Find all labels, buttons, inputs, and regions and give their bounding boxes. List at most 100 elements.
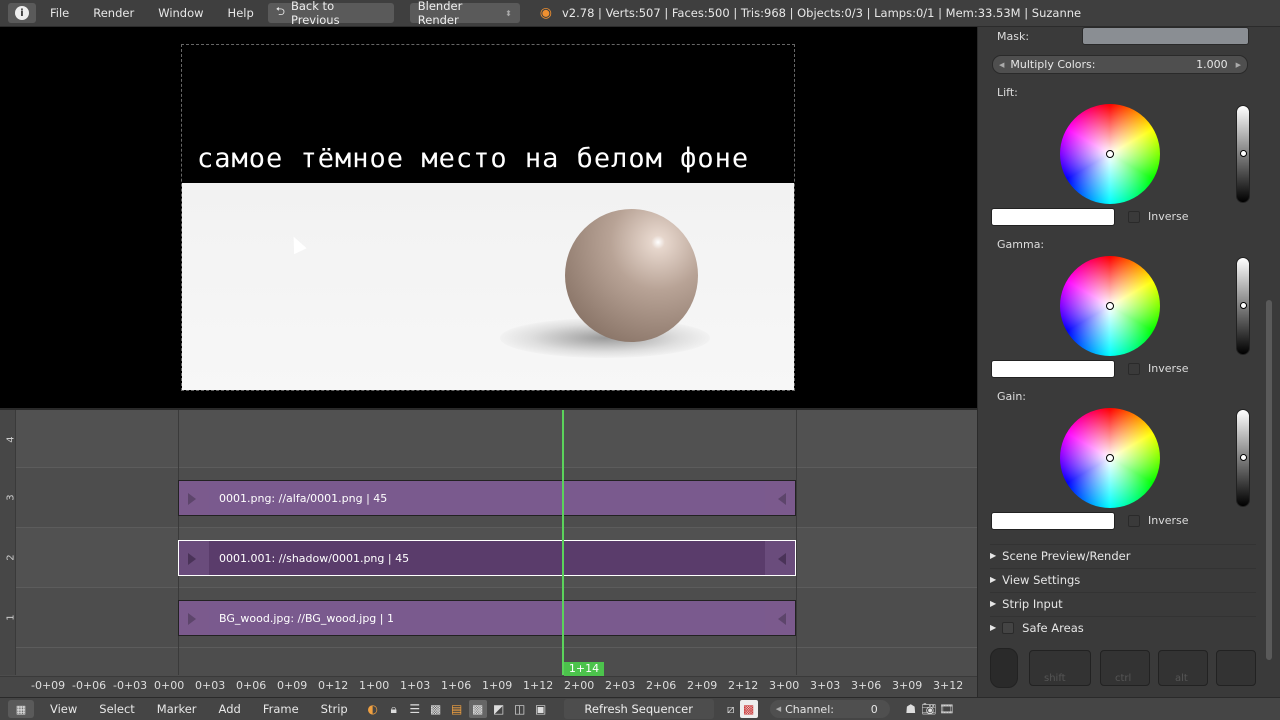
scope-icon[interactable]: ◩ bbox=[490, 700, 508, 718]
refresh-sequencer-button[interactable]: Refresh Sequencer bbox=[563, 699, 714, 719]
gain-label: Gain: bbox=[997, 390, 1026, 403]
playhead-line[interactable] bbox=[562, 410, 564, 675]
time-tick-label: 3+03 bbox=[810, 679, 841, 692]
updown-icon: ⬍ bbox=[505, 8, 512, 18]
strip-alfa[interactable]: 0001.png: //alfa/0001.png | 45 bbox=[178, 480, 796, 516]
gain-value-slider[interactable] bbox=[1236, 409, 1250, 507]
info-icon: i bbox=[15, 6, 29, 20]
channel-gutter bbox=[0, 410, 16, 675]
lift-inverse-checkbox[interactable] bbox=[1128, 211, 1140, 223]
preview-caption: самое тёмное место на белом фоне bbox=[197, 143, 750, 174]
strip-shadow-selected[interactable]: 0001.001: //shadow/0001.png | 45 bbox=[178, 540, 796, 576]
editor-type-button[interactable]: ▦ bbox=[8, 700, 34, 718]
gain-color-wheel[interactable] bbox=[1060, 408, 1160, 508]
time-tick-label: 2+00 bbox=[564, 679, 595, 692]
key-alt: alt bbox=[1158, 650, 1208, 686]
render-still-icon[interactable]: 📷︎ bbox=[920, 700, 938, 718]
mask-label: Mask: bbox=[997, 30, 1030, 43]
view-type-icon[interactable]: ◐ bbox=[364, 700, 382, 718]
refresh-sequencer-label: Refresh Sequencer bbox=[584, 702, 693, 716]
gain-wheel-cursor[interactable] bbox=[1106, 454, 1114, 462]
menu-select[interactable]: Select bbox=[99, 702, 134, 716]
section-label: Scene Preview/Render bbox=[1002, 548, 1131, 563]
current-frame-badge[interactable]: 1+14 bbox=[564, 662, 604, 676]
range-end-line bbox=[796, 410, 797, 675]
mouse-key-icon bbox=[990, 648, 1018, 688]
section-scene-preview-render[interactable]: ▶ Scene Preview/Render bbox=[990, 544, 1256, 566]
sidebar-scrollbar[interactable] bbox=[1266, 300, 1272, 660]
section-label: View Settings bbox=[1002, 572, 1081, 587]
menu-help[interactable]: Help bbox=[228, 6, 254, 20]
strip-left-handle[interactable] bbox=[179, 481, 209, 515]
image-icon[interactable]: ▣ bbox=[532, 700, 550, 718]
increment-arrow-icon[interactable]: ▶ bbox=[1236, 61, 1241, 69]
ghost-icon[interactable]: ☗ bbox=[902, 700, 920, 718]
alpha-checker-icon[interactable]: ▩ bbox=[468, 700, 487, 718]
gamma-color-field[interactable] bbox=[991, 360, 1115, 378]
section-strip-input[interactable]: ▶ Strip Input bbox=[990, 592, 1256, 614]
multiply-colors-slider[interactable]: ◀ Multiply Colors: 1.000 ▶ bbox=[992, 55, 1248, 74]
time-tick-label: 1+12 bbox=[523, 679, 554, 692]
channel-row-4 bbox=[16, 410, 977, 468]
menu-frame[interactable]: Frame bbox=[263, 702, 299, 716]
gain-inverse-label: Inverse bbox=[1148, 514, 1189, 527]
time-tick-label: 2+06 bbox=[646, 679, 677, 692]
mask-field[interactable] bbox=[1082, 27, 1249, 45]
strip-right-handle[interactable] bbox=[765, 601, 795, 635]
decrement-arrow-icon[interactable]: ◀ bbox=[776, 705, 781, 713]
render-engine-select[interactable]: Blender Render ⬍ bbox=[409, 0, 520, 27]
lock-icon[interactable]: 🔒︎ bbox=[385, 700, 403, 718]
sequencer-editor-icon: ▦ bbox=[15, 702, 27, 716]
channel-number-4: 4 bbox=[5, 436, 17, 443]
lift-value-cursor[interactable] bbox=[1240, 150, 1247, 157]
overlay-checker-icon[interactable]: ▩ bbox=[739, 700, 758, 718]
gamma-inverse-checkbox[interactable] bbox=[1128, 363, 1140, 375]
waveform-icon[interactable]: ◫ bbox=[511, 700, 529, 718]
menu-render[interactable]: Render bbox=[93, 6, 134, 20]
scene-stats-text: v2.78 | Verts:507 | Faces:500 | Tris:968… bbox=[561, 6, 1082, 20]
strip-bg-wood[interactable]: BG_wood.jpg: //BG_wood.jpg | 1 bbox=[178, 600, 796, 636]
gamma-color-wheel[interactable] bbox=[1060, 256, 1160, 356]
time-tick-label: 0+12 bbox=[318, 679, 349, 692]
time-tick-label: 3+12 bbox=[933, 679, 964, 692]
lift-color-wheel[interactable] bbox=[1060, 104, 1160, 204]
info-editor-type-button[interactable]: i bbox=[8, 3, 36, 23]
menu-marker[interactable]: Marker bbox=[157, 702, 197, 716]
color-icon[interactable]: ▤ bbox=[448, 700, 466, 718]
gamma-value-slider[interactable] bbox=[1236, 257, 1250, 355]
sequencer-preview[interactable]: самое тёмное место на белом фоне bbox=[0, 27, 977, 408]
strip-right-handle[interactable] bbox=[765, 481, 795, 515]
lift-value-slider[interactable] bbox=[1236, 105, 1250, 203]
stack-icon[interactable]: ☰ bbox=[406, 700, 424, 718]
section-safe-areas[interactable]: ▶ Safe Areas bbox=[990, 616, 1256, 638]
disclosure-triangle-icon: ▶ bbox=[990, 623, 997, 632]
section-view-settings[interactable]: ▶ View Settings bbox=[990, 568, 1256, 590]
gamma-label: Gamma: bbox=[997, 238, 1045, 251]
menu-add[interactable]: Add bbox=[219, 702, 241, 716]
safe-areas-checkbox[interactable] bbox=[1002, 621, 1015, 634]
gamma-value-cursor[interactable] bbox=[1240, 302, 1247, 309]
gain-inverse-checkbox[interactable] bbox=[1128, 515, 1140, 527]
sequencer-timeline[interactable]: 4 3 2 1 0001.png: //alfa/0001.png | 45 0… bbox=[0, 410, 977, 697]
menu-window[interactable]: Window bbox=[158, 6, 203, 20]
time-tick-label: 1+00 bbox=[359, 679, 390, 692]
proxy-icon[interactable]: ⧄ bbox=[722, 700, 740, 718]
channel-number-2: 2 bbox=[5, 554, 17, 561]
decrement-arrow-icon[interactable]: ◀ bbox=[999, 61, 1004, 69]
strip-left-handle[interactable] bbox=[179, 601, 209, 635]
multiply-colors-label: Multiply Colors: bbox=[1010, 58, 1096, 71]
checker-icon[interactable]: ▩ bbox=[427, 700, 445, 718]
channel-field[interactable]: ◀ Channel: 0 bbox=[769, 700, 890, 718]
gain-value-cursor[interactable] bbox=[1240, 454, 1247, 461]
lift-wheel-cursor[interactable] bbox=[1106, 150, 1114, 158]
menu-view[interactable]: View bbox=[50, 702, 77, 716]
menu-file[interactable]: File bbox=[50, 6, 69, 20]
gamma-wheel-cursor[interactable] bbox=[1106, 302, 1114, 310]
menu-strip[interactable]: Strip bbox=[321, 702, 348, 716]
gain-color-field[interactable] bbox=[991, 512, 1115, 530]
render-animation-icon[interactable]: 🎞︎ bbox=[938, 700, 956, 718]
back-to-previous-button[interactable]: ⮌ Back to Previous bbox=[267, 0, 394, 27]
strip-left-handle[interactable] bbox=[179, 541, 209, 575]
strip-right-handle[interactable] bbox=[765, 541, 795, 575]
lift-color-field[interactable] bbox=[991, 208, 1115, 226]
